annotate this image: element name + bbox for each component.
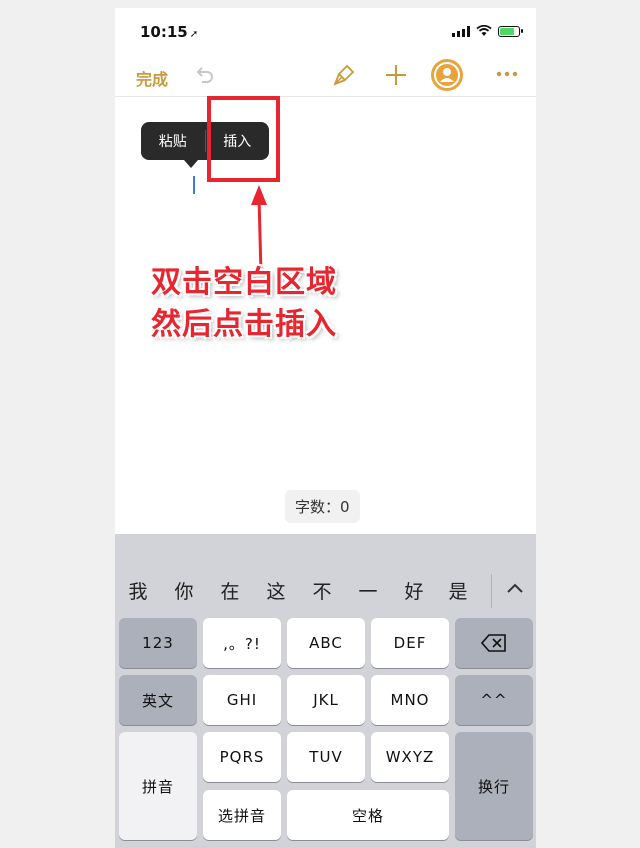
key-123[interactable]: 123 [119,618,197,668]
delete-key[interactable] [455,618,533,668]
annotation-line-1: 双击空白区域 [151,265,337,300]
space-key[interactable]: 空格 [287,790,449,840]
candidate-item[interactable]: 不 [299,577,345,604]
time-text: 10:15 [140,23,188,41]
text-cursor [193,176,195,194]
location-icon: ➚ [189,29,199,40]
annotation-highlight-box [207,96,280,182]
key-punctuation[interactable]: ,。?! [203,618,281,668]
word-count-badge: 字数：0 [285,490,360,523]
key-select-pinyin[interactable]: 选拼音 [203,790,281,840]
plus-icon[interactable] [383,62,409,88]
candidate-item[interactable]: 一 [345,577,391,604]
more-icon[interactable] [495,68,519,80]
annotation-text: 双击空白区域 然后点击插入 [151,262,411,346]
key-jkl[interactable]: JKL [287,675,365,725]
paste-menu-item[interactable]: 粘贴 [141,122,205,160]
phone-screen: 10:15 ➚ 完成 粘贴 插入 双击空白区域 然后点击插入 字数：0 我 你 … [115,8,536,848]
return-key[interactable]: 换行 [455,732,533,840]
candidate-item[interactable]: 这 [253,577,299,604]
candidate-item[interactable]: 在 [207,577,253,604]
status-bar: 10:15 ➚ [115,8,536,56]
emoticon-key[interactable]: ^^ [455,675,533,725]
candidate-item[interactable]: 我 [115,577,161,604]
key-def[interactable]: DEF [371,618,449,668]
collaborate-icon[interactable] [431,59,463,91]
candidate-item[interactable]: 是 [435,577,481,604]
context-menu-pointer [184,160,198,168]
signal-icon [452,25,470,37]
chevron-up-icon[interactable] [503,577,527,601]
key-english[interactable]: 英文 [119,675,197,725]
candidate-item[interactable]: 你 [161,577,207,604]
key-mno[interactable]: MNO [371,675,449,725]
key-pqrs[interactable]: PQRS [203,732,281,782]
annotation-line-2: 然后点击插入 [151,307,337,342]
status-time: 10:15 ➚ [140,23,198,41]
key-abc[interactable]: ABC [287,618,365,668]
keyboard: 我 你 在 这 不 一 好 是 123 ,。?! ABC DEF 英文 GHI … [115,534,536,848]
candidate-divider [491,574,492,608]
toolbar: 完成 [115,56,536,96]
key-ghi[interactable]: GHI [203,675,281,725]
status-icons [452,25,523,37]
undo-icon[interactable] [192,64,216,88]
candidate-bar: 我 你 在 这 不 一 好 是 [115,534,536,616]
done-button[interactable]: 完成 [136,66,168,90]
key-wxyz[interactable]: WXYZ [371,732,449,782]
wifi-icon [476,25,492,36]
backspace-icon [481,634,506,652]
key-tuv[interactable]: TUV [287,732,365,782]
toolbar-divider [115,96,536,97]
annotation-arrow [251,185,267,273]
battery-icon [498,25,523,37]
candidate-item[interactable]: 好 [391,577,437,604]
brush-icon[interactable] [331,62,357,88]
key-pinyin[interactable]: 拼音 [119,732,197,840]
